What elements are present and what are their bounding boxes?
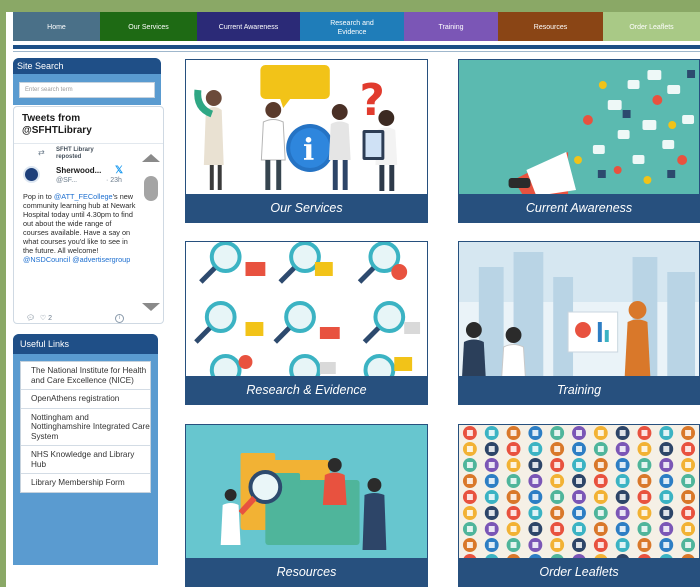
nav-research-evidence[interactable]: Research and Evidence [300,12,404,41]
link-ics[interactable]: Nottingham and Nottinghamshire Integrate… [21,409,150,446]
reposted-label: SFHT Library reposted [56,147,94,160]
tile-training[interactable]: Training [458,241,700,405]
presentation-illustration [459,242,699,378]
nav-divider-thin [13,51,700,52]
nav-training[interactable]: Training [404,12,498,41]
useful-links-panel: Useful Links The National Institute for … [13,334,158,565]
site-search-panel: Site Search Enter search term [13,58,161,105]
magnifier-illustration [186,242,427,378]
nav-divider [13,45,700,49]
mention-link[interactable]: @advertisergroup [72,255,130,264]
tile-caption: Our Services [186,194,427,222]
tweet-text-part: 's new community learning hub at Newark … [23,192,136,255]
tweets-title: Tweets from @SFHTLibrary [22,113,92,136]
scroll-down-icon[interactable] [142,303,160,311]
tile-our-services[interactable]: ? i Our Services [185,59,428,223]
tile-caption: Order Leaflets [459,558,699,586]
tweet-text: Pop in to @ATT_FECollege's new community… [23,192,138,264]
svg-text:i: i [303,133,314,168]
tile-caption: Research & Evidence [186,376,427,404]
people-info-illustration: ? i [186,60,427,196]
mention-link[interactable]: @ATT_FECollege [54,192,113,201]
site-search-title: Site Search [13,58,161,74]
info-icon[interactable]: i [115,314,124,323]
link-openathens[interactable]: OpenAthens registration [21,390,150,409]
search-input[interactable]: Enter search term [19,82,155,98]
x-logo-icon[interactable]: 𝕏 [115,166,125,176]
tweet-time[interactable]: · 23h [106,177,122,184]
tile-caption: Training [459,376,699,404]
megaphone-illustration [459,60,699,196]
tile-caption: Resources [186,558,427,586]
tweet-actions: 💬︎ ♡ 2 [26,314,52,322]
repost-icon: ⇄ [38,148,45,157]
tile-order-leaflets[interactable]: Order Leaflets [458,424,700,587]
scrollbar-thumb[interactable] [144,176,158,201]
tile-resources[interactable]: Resources [185,424,428,587]
tile-research-evidence[interactable]: Research & Evidence [185,241,428,405]
tile-current-awareness[interactable]: Current Awareness [458,59,700,223]
link-library-membership[interactable]: Library Membership Form [21,474,150,492]
left-decorative-strip [0,0,6,587]
nav-order-leaflets[interactable]: Order Leaflets [603,12,700,41]
nav-current-awareness[interactable]: Current Awareness [197,12,300,41]
twitter-widget: Tweets from @SFHTLibrary ⇄ SFHT Library … [13,106,164,324]
nav-our-services[interactable]: Our Services [100,12,197,41]
link-nice[interactable]: The National Institute for Health and Ca… [21,362,150,390]
scroll-up-icon[interactable] [142,154,160,162]
tweets-divider [14,143,163,144]
reply-icon[interactable]: 💬︎ [26,315,35,322]
useful-links-title: Useful Links [13,334,158,354]
nav-home[interactable]: Home [13,12,100,41]
nav-resources[interactable]: Resources [498,12,603,41]
like-count: 2 [48,315,52,322]
useful-links-list: The National Institute for Health and Ca… [20,361,151,493]
tile-caption: Current Awareness [459,194,699,222]
main-nav: Home Our Services Current Awareness Rese… [13,12,700,41]
tweet-author[interactable]: Sherwood... [56,166,101,175]
icon-grid-illustration [459,425,699,561]
avatar[interactable] [23,166,40,183]
mention-link[interactable]: @NSDCouncil [23,255,70,264]
tweet-handle[interactable]: @SF... [56,177,77,184]
top-decorative-strip [0,0,700,12]
folder-search-illustration [186,425,427,561]
link-nhs-knowledge-hub[interactable]: NHS Knowledge and Library Hub [21,446,150,474]
like-icon[interactable]: ♡ [40,315,46,322]
tweet-text-part: Pop in to [23,192,54,201]
